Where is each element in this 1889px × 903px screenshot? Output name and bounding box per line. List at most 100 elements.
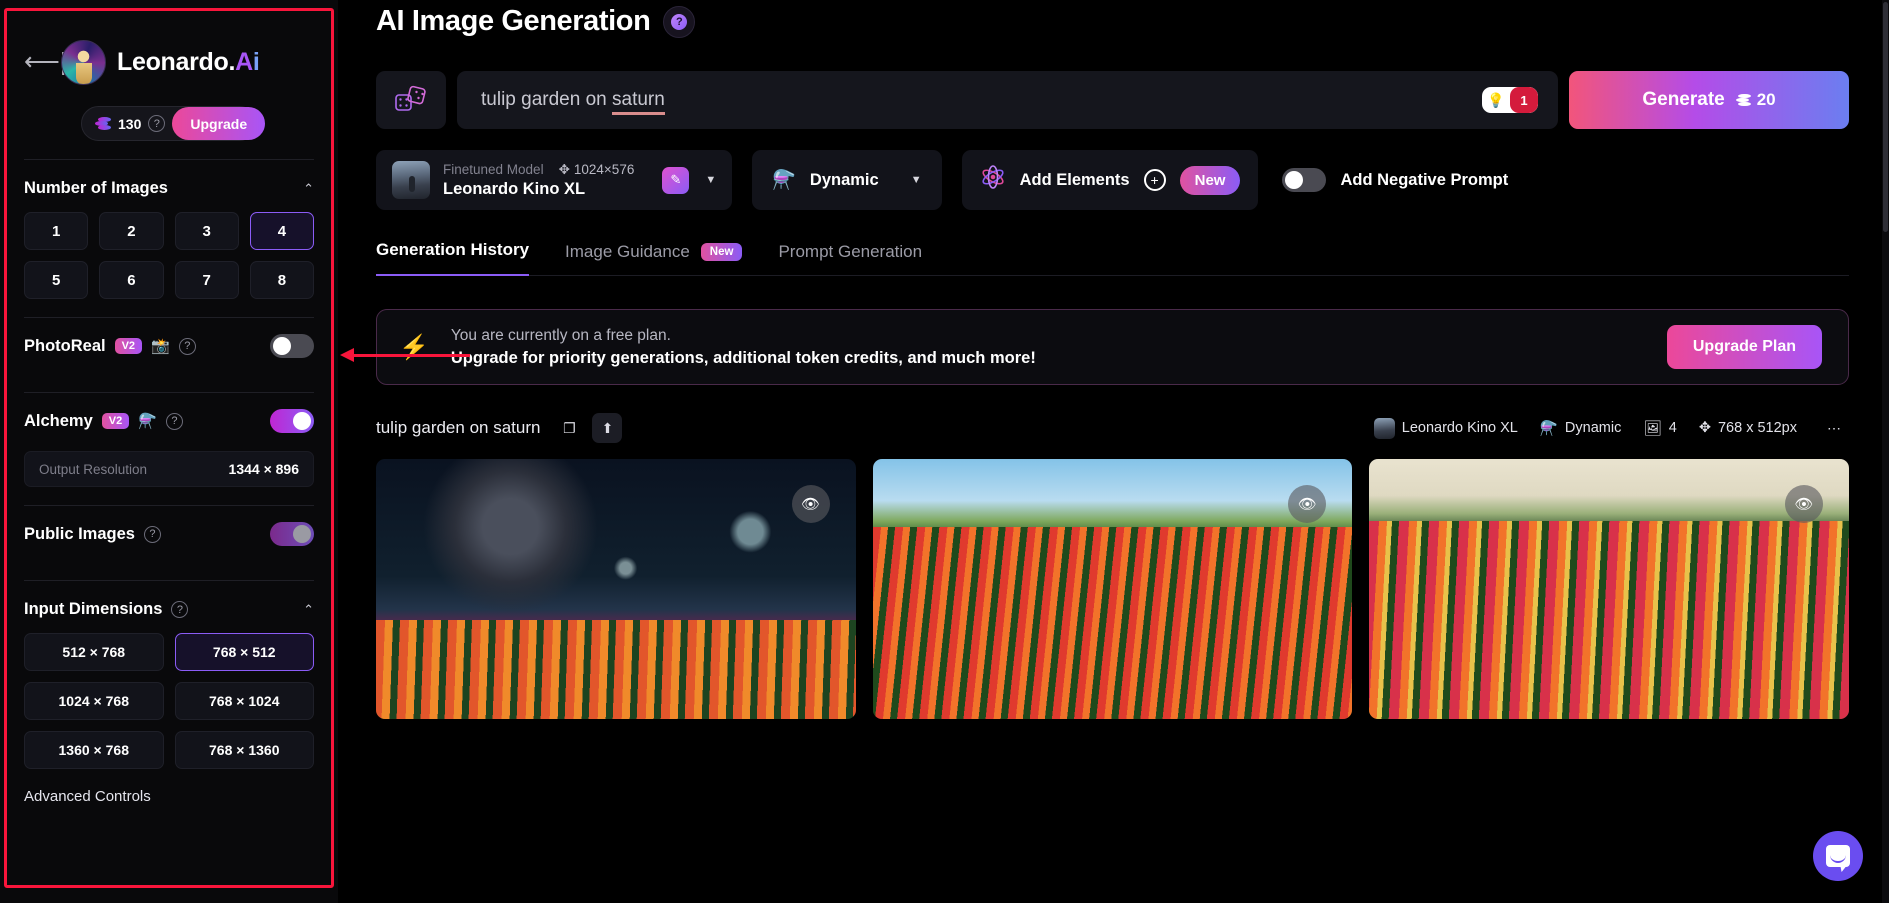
token-coin-icon [1736,94,1751,107]
image-count-option-2[interactable]: 2 [99,212,163,250]
tab-image-guidance[interactable]: Image Guidance New [565,242,742,276]
dimension-option-768x1360[interactable]: 768 × 1360 [175,731,315,769]
output-resolution-value: 1344 × 896 [229,461,299,477]
input-dimensions-header[interactable]: Input Dimensions ? ⌃ [24,600,314,619]
page-scrollbar[interactable] [1882,0,1889,903]
tab-prompt-generation[interactable]: Prompt Generation [778,242,922,276]
chevron-up-icon[interactable]: ⌃ [303,602,314,618]
more-horizontal-icon[interactable]: ⋯ [1819,413,1849,443]
app-root: ⟵| Leonardo.Ai 130 ? Upgrade Number of I… [0,0,1889,903]
credits-help-icon[interactable]: ? [148,115,165,132]
atom-icon [980,164,1006,196]
model-dimensions: ✥1024×576 [559,162,635,178]
question-mark-icon[interactable]: ? [663,6,695,38]
public-images-label: Public Images [24,525,135,544]
dimension-option-512x768[interactable]: 512 × 768 [24,633,164,671]
eye-icon[interactable]: 👁 [792,485,830,523]
token-coin-icon [95,117,111,131]
image-count-option-8[interactable]: 8 [250,261,314,299]
chevron-up-icon[interactable]: ⌃ [303,181,314,197]
alchemy-toggle[interactable] [270,409,314,433]
add-elements-button[interactable]: Add Elements + New [962,150,1259,210]
prompt-misspelled-word: saturn [612,89,665,115]
free-plan-banner: ⚡ You are currently on a free plan. Upgr… [376,309,1849,385]
image-count-option-6[interactable]: 6 [99,261,163,299]
alchemy-help-icon[interactable]: ? [166,413,183,430]
generate-cost-value: 20 [1757,90,1776,110]
generate-button[interactable]: Generate 20 [1569,71,1849,129]
dimension-option-1024x768[interactable]: 1024 × 768 [24,682,164,720]
image-count-option-4[interactable]: 4 [250,212,314,250]
public-images-toggle[interactable] [270,522,314,546]
result-image-count: 🖼4 [1643,420,1677,437]
credit-count: 130 [118,116,141,132]
photoreal-toggle[interactable] [270,334,314,358]
chevron-down-icon[interactable]: ▼ [705,174,716,186]
model-selector[interactable]: Finetuned Model ✥1024×576 Leonardo Kino … [376,150,732,210]
divider [24,580,314,581]
number-of-images-header[interactable]: Number of Images ⌃ [24,179,314,198]
tab-label: Image Guidance [565,242,690,262]
brand-ai-label: Ai [235,48,259,76]
model-name: Leonardo Kino XL [443,180,634,199]
tab-generation-history[interactable]: Generation History [376,240,529,276]
flask-icon: ⚗️ [1540,420,1558,437]
generated-image-2[interactable]: 👁 [873,459,1353,719]
eye-icon[interactable]: 👁 [1288,485,1326,523]
prompt-row: tulip garden on saturn 💡 1 Generate 20 [376,71,1849,129]
generated-image-1[interactable]: 👁 [376,459,856,719]
photoreal-version-badge: V2 [115,338,142,354]
plus-circle-icon[interactable]: + [1144,169,1166,191]
generated-image-3[interactable]: 👁 [1369,459,1849,719]
generated-images-grid: 👁 👁 👁 [376,459,1849,719]
upgrade-button[interactable]: Upgrade [172,107,265,140]
flask-icon: ⚗️ [772,168,796,192]
prompt-edit-icon[interactable]: ✎ [662,167,689,194]
output-resolution-row: Output Resolution 1344 × 896 [24,451,314,487]
number-of-images-title: Number of Images [24,179,168,198]
tab-new-badge: New [701,243,743,261]
options-row: Finetuned Model ✥1024×576 Leonardo Kino … [376,150,1849,210]
result-prompt-text: tulip garden on saturn [376,418,540,438]
image-count-option-3[interactable]: 3 [175,212,239,250]
image-count-option-1[interactable]: 1 [24,212,88,250]
image-count-option-7[interactable]: 7 [175,261,239,299]
preset-selector[interactable]: ⚗️ Dynamic ▼ [752,150,941,210]
back-arrow-icon[interactable]: ⟵| [24,50,50,75]
prompt-input[interactable]: tulip garden on saturn 💡 1 [457,71,1558,129]
tabs-row: Generation History Image Guidance New Pro… [376,240,1849,276]
dimension-option-768x1024[interactable]: 768 × 1024 [175,682,315,720]
dice-icon[interactable] [376,71,446,129]
negative-prompt-toggle[interactable] [1282,168,1326,192]
prompt-value: tulip garden on [481,89,612,110]
model-kicker: Finetuned Model [443,162,544,177]
upgrade-plan-button[interactable]: Upgrade Plan [1667,325,1822,369]
model-thumbnail [1374,418,1395,439]
grammar-badge[interactable]: 💡 1 [1482,87,1538,113]
dimension-option-768x512[interactable]: 768 × 512 [175,633,315,671]
public-images-help-icon[interactable]: ? [144,526,161,543]
divider [24,159,314,160]
chat-bubble-icon[interactable] [1813,831,1863,881]
header-row: AI Image Generation ? [376,0,1849,38]
dimension-option-1360x768[interactable]: 1360 × 768 [24,731,164,769]
advanced-controls-label[interactable]: Advanced Controls [24,788,314,805]
negative-prompt-label: Add Negative Prompt [1340,171,1508,190]
copy-icon[interactable]: ❐ [554,413,584,443]
left-arrow-annotation [340,348,470,362]
page-title: Leonardo.Ai [117,48,260,77]
input-dimensions-grid: 512 × 768 768 × 512 1024 × 768 768 × 102… [24,633,314,769]
grammar-suggestion-count: 1 [1510,87,1538,113]
eye-icon[interactable]: 👁 [1785,485,1823,523]
result-metadata: Leonardo Kino XL ⚗️Dynamic 🖼4 ✥768 x 512… [1374,413,1849,443]
arrow-up-icon[interactable]: ⬆ [592,413,622,443]
input-dimensions-help-icon[interactable]: ? [171,601,188,618]
photoreal-help-icon[interactable]: ? [179,338,196,355]
generate-cost: 20 [1736,90,1776,110]
chevron-down-icon[interactable]: ▼ [911,174,922,186]
image-count-option-5[interactable]: 5 [24,261,88,299]
move-icon: ✥ [1699,420,1711,436]
prompt-text: tulip garden on saturn [481,89,665,111]
camera-icon: 📸 [151,337,170,355]
flask-icon: ⚗️ [138,412,157,430]
